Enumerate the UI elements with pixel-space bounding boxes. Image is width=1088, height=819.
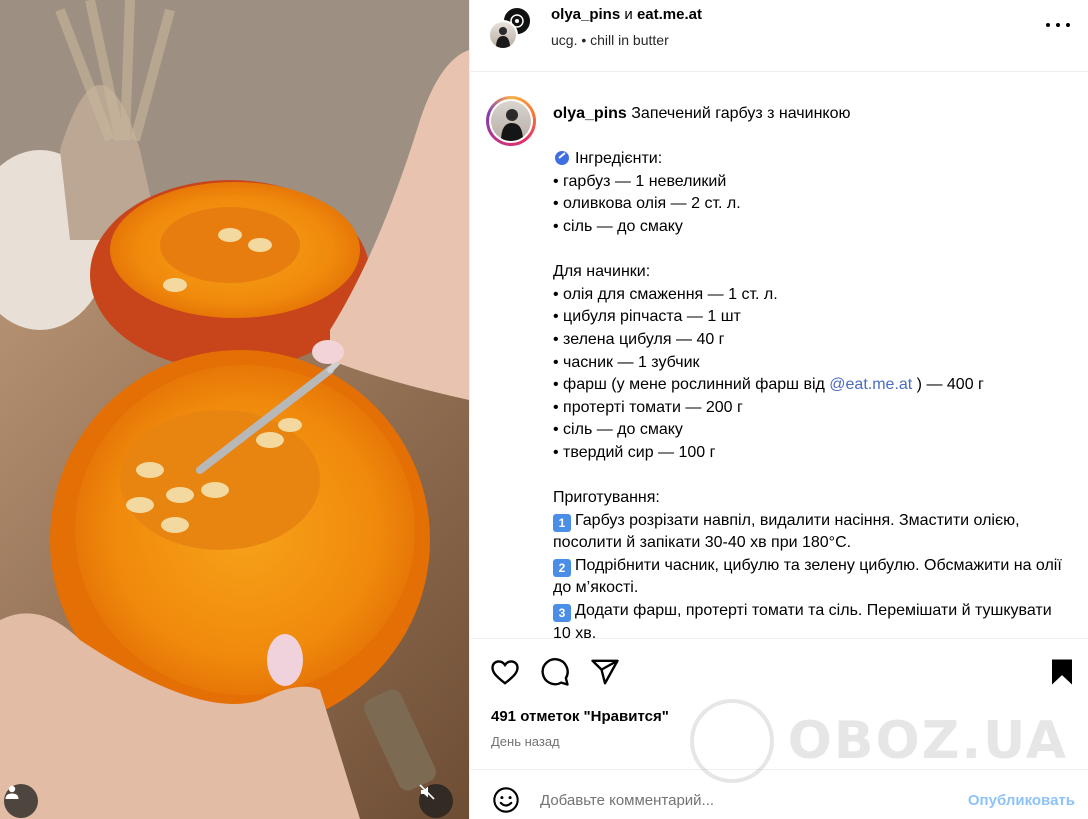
caption-step: 2 Подрібнити часник, цибулю та зелену циб… — [553, 556, 1067, 597]
caption-lines-after: • протерті томати — 200 г • сіль — до сма… — [553, 397, 1073, 510]
caption-line: • зелена цибуля — 40 г — [553, 330, 725, 348]
comment-bar: Опубликовать — [470, 769, 1088, 819]
caption-line: • цибуля ріпчаста — 1 шт — [553, 308, 741, 326]
author-link[interactable]: olya_pins — [551, 6, 620, 23]
caption-line — [553, 126, 1073, 149]
caption-line: • сіль — до смаку — [553, 217, 683, 235]
post-details-panel: olya_pins и eat.me.at ucg. • chill in bu… — [469, 0, 1088, 819]
likes-count[interactable]: 491 отметок "Нравится" — [491, 708, 669, 725]
caption-line: • сіль — до смаку — [553, 421, 683, 439]
step-number-icon: 2 — [553, 558, 571, 577]
comment-icon[interactable] — [540, 657, 570, 687]
caption-step: 1 Гарбуз розрізати навпіл, видалити насін… — [553, 511, 1025, 552]
caption-line: • часник — 1 зубчик — [553, 353, 700, 371]
send-icon[interactable] — [590, 657, 620, 687]
mute-button[interactable] — [419, 784, 453, 818]
pumpkin-photo — [0, 0, 469, 819]
muted-speaker-icon — [419, 784, 435, 800]
ingredients-emoji-icon — [555, 151, 569, 166]
smiley-icon[interactable] — [492, 786, 520, 814]
more-options-button[interactable] — [1046, 18, 1070, 32]
caption-title: Запечений гарбуз з начинкою — [631, 105, 851, 122]
post-header: olya_pins и eat.me.at ucg. • chill in bu… — [470, 0, 1088, 72]
person-silhouette-icon — [496, 27, 510, 48]
caption-line: • олія для смаження — 1 ст. л. — [553, 285, 778, 303]
comment-input[interactable] — [540, 792, 920, 809]
author-avatar[interactable] — [488, 20, 518, 50]
tagged-users-button[interactable] — [4, 784, 38, 818]
caption-line: Інгредієнти: — [553, 148, 1073, 171]
caption-lines: Інгредієнти: • гарбуз — 1 невеликий • олив… — [553, 126, 1073, 375]
caption-steps: 1 Гарбуз розрізати навпіл, видалити насін… — [553, 510, 1073, 638]
publish-comment-button[interactable]: Опубликовать — [968, 792, 1075, 809]
caption-step: 3 Додати фарш, протерті томати та сіль. П… — [553, 602, 1057, 638]
step-number-icon: 1 — [553, 513, 571, 532]
authors-conjunction: и — [624, 6, 633, 23]
post-media[interactable] — [0, 0, 469, 819]
user-icon — [5, 785, 19, 799]
caption-line: Для начинки: — [553, 263, 651, 281]
heart-icon[interactable] — [490, 657, 520, 687]
post-authors: olya_pins и eat.me.at — [551, 6, 702, 23]
mention-link[interactable]: @eat.me.at — [829, 376, 912, 393]
coauthor-link[interactable]: eat.me.at — [637, 6, 702, 23]
caption-line: • протерті томати — 200 г — [553, 398, 743, 416]
caption-line — [553, 239, 1073, 262]
caption-line: • гарбуз — 1 невеликий — [553, 172, 727, 190]
post-time[interactable]: День назад — [491, 734, 560, 749]
caption-line: • твердий сир — 100 г — [553, 443, 716, 461]
person-silhouette-icon — [501, 109, 523, 141]
caption-author-avatar[interactable] — [486, 96, 536, 146]
post-actions — [470, 638, 1088, 702]
bookmark-icon[interactable] — [1047, 657, 1077, 687]
caption-line: • оливкова олія — 2 ст. л. — [553, 195, 741, 213]
caption-scroll-area[interactable]: olya_pins Запечений гарбуз з начинкою Ін… — [470, 73, 1088, 638]
post-caption: olya_pins Запечений гарбуз з начинкою Ін… — [553, 103, 1073, 638]
caption-line — [553, 465, 1073, 488]
watermark-text: OBOZ.UA — [787, 711, 1068, 771]
caption-line: • фарш (у мене рослинний фарш від @eat.m… — [553, 376, 984, 394]
caption-username[interactable]: olya_pins — [553, 105, 627, 122]
coauthor-avatars[interactable] — [488, 6, 536, 52]
more-icon — [1046, 23, 1050, 27]
audio-track-link[interactable]: ucg. • chill in butter — [551, 32, 669, 48]
caption-line: Приготування: — [553, 489, 660, 507]
step-number-icon: 3 — [553, 604, 571, 623]
